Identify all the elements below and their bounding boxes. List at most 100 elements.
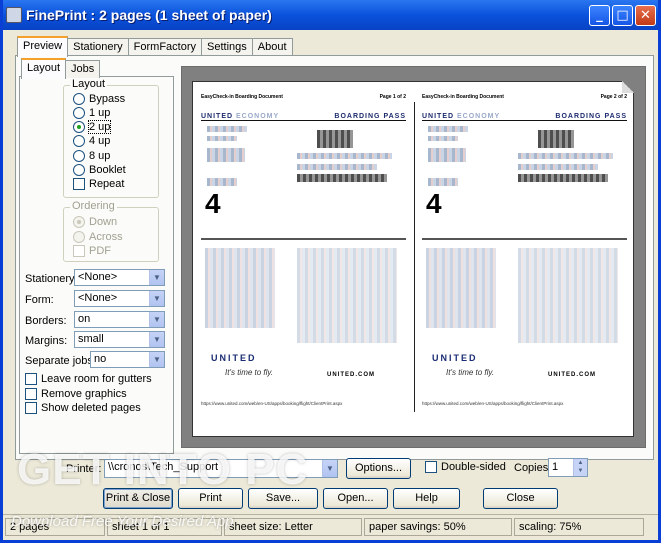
select-value: <None> (78, 271, 118, 283)
checkbox-box[interactable] (425, 461, 437, 473)
separate-jobs-label: Separate jobs: (25, 355, 96, 367)
gate-number: 4 (426, 188, 442, 219)
blurred-text (518, 164, 598, 170)
blurred-text (428, 148, 466, 162)
save-button[interactable]: Save... (248, 488, 318, 509)
checkbox-box[interactable] (25, 373, 37, 385)
status-sheet-size: sheet size: Letter (224, 518, 362, 536)
radio-8-up[interactable]: 8 up (73, 149, 110, 163)
chevron-down-icon[interactable]: ▼ (149, 332, 164, 347)
chevron-down-icon[interactable]: ▼ (149, 270, 164, 285)
tab-jobs[interactable]: Jobs (65, 60, 101, 78)
checkbox-remove-graphics[interactable]: Remove graphics (25, 387, 127, 401)
radio-circle[interactable] (73, 150, 85, 162)
airline-logo: UNITED (432, 353, 478, 363)
printer-select[interactable]: \\cronos\Tech_Support ▼ (104, 459, 338, 478)
header-right: Page 2 of 2 (600, 94, 627, 100)
radio-bypass[interactable]: Bypass (73, 92, 125, 106)
ordering-legend: Ordering (70, 200, 117, 212)
print-close-button[interactable]: Print & Close (103, 488, 173, 509)
form-select[interactable]: <None> ▼ (74, 290, 165, 307)
radio-booklet[interactable]: Booklet (73, 163, 126, 177)
radio-label: 4 up (89, 135, 111, 147)
checkbox-box[interactable] (73, 245, 85, 257)
radio-2-up[interactable]: 2 up (73, 120, 112, 134)
printer-icon (6, 7, 22, 23)
checkbox-show-deleted[interactable]: Show deleted pages (25, 401, 141, 415)
maximize-button[interactable]: □ (612, 5, 633, 26)
radio-1-up[interactable]: 1 up (73, 106, 110, 120)
minimize-button[interactable]: _ (589, 5, 610, 26)
options-button[interactable]: Options... (346, 458, 411, 479)
blurred-text (428, 178, 458, 186)
subpage-header: EasyCheck-in Boarding Document Page 1 of … (201, 94, 406, 100)
separate-jobs-select[interactable]: no ▼ (90, 351, 165, 368)
radio-circle[interactable] (73, 216, 85, 228)
blurred-text (317, 130, 353, 148)
boarding-pass-label: BOARDING PASS (334, 113, 406, 120)
radio-circle[interactable] (73, 164, 85, 176)
checkbox-label: PDF (89, 245, 111, 257)
airline-name: UNITED (422, 113, 455, 120)
tab-settings[interactable]: Settings (201, 38, 253, 56)
checkbox-repeat[interactable]: Repeat (73, 177, 124, 191)
radio-label: Bypass (89, 93, 126, 105)
borders-select[interactable]: on ▼ (74, 311, 165, 328)
blurred-text (297, 248, 397, 343)
airline-class: ECONOMY (457, 113, 501, 120)
margins-label: Margins: (25, 335, 68, 347)
checkbox-double-sided[interactable]: Double-sided (425, 461, 506, 473)
select-value: no (94, 353, 107, 365)
chevron-down-icon[interactable]: ▼ (149, 352, 164, 367)
radio-across[interactable]: Across (73, 230, 123, 244)
chevron-down-icon[interactable]: ▼ (149, 312, 164, 327)
radio-circle[interactable] (73, 107, 85, 119)
radio-down[interactable]: Down (73, 215, 117, 229)
tab-stationery[interactable]: Stationery (67, 38, 129, 56)
chevron-down-icon[interactable]: ▼ (322, 460, 337, 477)
printer-label: Printer: (66, 463, 102, 475)
tab-formfactory[interactable]: FormFactory (127, 38, 202, 56)
boarding-pass-label: BOARDING PASS (555, 113, 627, 120)
close-button[interactable]: Close (483, 488, 558, 509)
blurred-text (426, 248, 496, 328)
url-label: UNITED.COM (327, 372, 375, 378)
radio-4-up[interactable]: 4 up (73, 134, 110, 148)
chevron-down-icon[interactable]: ▼ (149, 291, 164, 306)
radio-label: Across (89, 231, 123, 243)
radio-circle[interactable] (73, 231, 85, 243)
checkbox-label: Leave room for gutters (41, 373, 152, 385)
radio-label: 2 up (87, 120, 112, 134)
radio-circle[interactable] (73, 135, 85, 147)
sub-tabs: Layout Jobs (21, 58, 101, 79)
stationery-label: Stationery: (25, 273, 78, 285)
checkbox-box[interactable] (73, 178, 85, 190)
tab-layout[interactable]: Layout (21, 58, 67, 79)
fineprint-window: FinePrint : 2 pages (1 sheet of paper) _… (0, 0, 661, 543)
checkbox-pdf[interactable]: PDF (73, 244, 111, 258)
radio-circle[interactable] (73, 93, 85, 105)
print-button[interactable]: Print (178, 488, 243, 509)
open-button[interactable]: Open... (323, 488, 388, 509)
airline-bar: UNITED ECONOMY BOARDING PASS (201, 113, 406, 121)
checkbox-box[interactable] (25, 388, 37, 400)
help-button[interactable]: Help (393, 488, 460, 509)
window-title: FinePrint : 2 pages (1 sheet of paper) (26, 7, 272, 23)
blurred-text (428, 136, 458, 141)
copies-stepper[interactable]: 1 ▲ ▼ (548, 458, 588, 477)
airline-class: ECONOMY (236, 113, 280, 120)
title-bar[interactable]: FinePrint : 2 pages (1 sheet of paper) _… (3, 0, 658, 30)
radio-circle-selected[interactable] (73, 121, 85, 133)
spin-arrows-icon[interactable]: ▲ ▼ (573, 459, 587, 476)
stationery-select[interactable]: <None> ▼ (74, 269, 165, 286)
tagline: It's time to fly. (446, 368, 495, 377)
margins-select[interactable]: small ▼ (74, 331, 165, 348)
tab-preview[interactable]: Preview (17, 36, 69, 57)
checkbox-box[interactable] (25, 402, 37, 414)
checkbox-gutters[interactable]: Leave room for gutters (25, 372, 152, 386)
header-right: Page 1 of 2 (379, 94, 406, 100)
page-preview-area[interactable]: EasyCheck-in Boarding Document Page 1 of … (181, 66, 646, 448)
close-window-button[interactable]: ✕ (635, 5, 656, 26)
subpage-header: EasyCheck-in Boarding Document Page 2 of … (422, 94, 627, 100)
tab-about[interactable]: About (251, 38, 293, 56)
